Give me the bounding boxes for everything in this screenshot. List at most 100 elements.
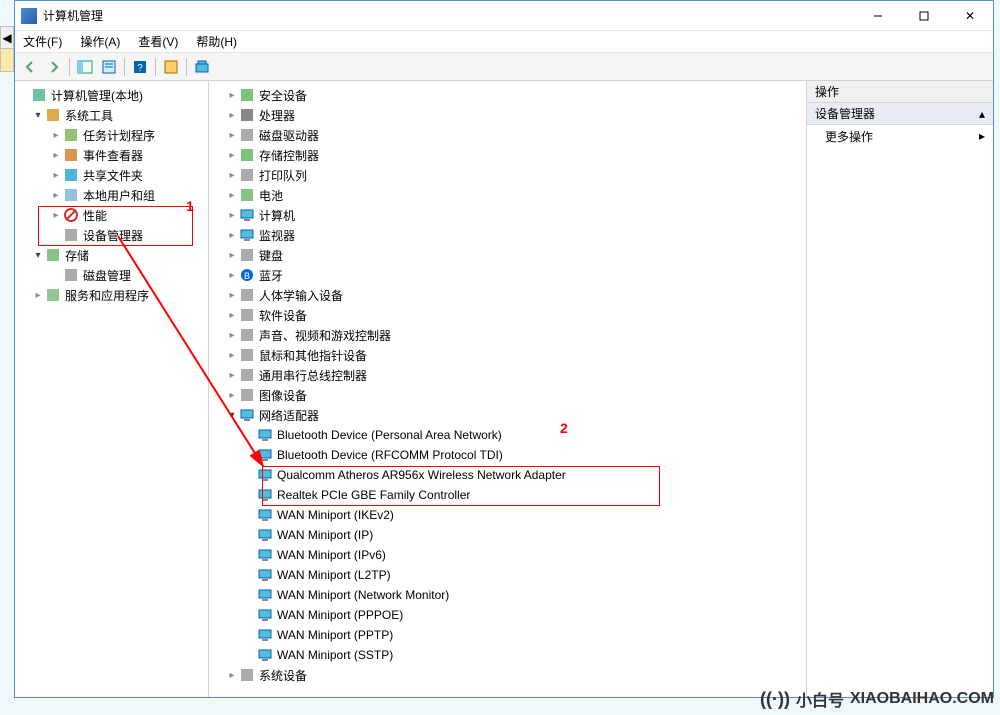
- device-tree-item[interactable]: 软件设备: [209, 305, 806, 325]
- device-tree-item[interactable]: 安全设备: [209, 85, 806, 105]
- device-tree-item[interactable]: 通用串行总线控制器: [209, 365, 806, 385]
- device-tree-item[interactable]: WAN Miniport (PPPOE): [209, 605, 806, 625]
- device-tree-item[interactable]: 人体学输入设备: [209, 285, 806, 305]
- device-tree-item[interactable]: 处理器: [209, 105, 806, 125]
- scan-hardware-button[interactable]: [191, 56, 213, 78]
- disk-icon: [239, 127, 255, 143]
- device-tree-item[interactable]: 键盘: [209, 245, 806, 265]
- expand-arrow-icon[interactable]: [225, 270, 239, 281]
- device-tree-item[interactable]: WAN Miniport (L2TP): [209, 565, 806, 585]
- device-tree-label: 图像设备: [259, 387, 307, 404]
- console-tree-item[interactable]: 服务和应用程序: [15, 285, 208, 305]
- console-tree-item[interactable]: 计算机管理(本地): [15, 85, 208, 105]
- expand-arrow-icon[interactable]: [31, 250, 45, 261]
- menu-help[interactable]: 帮助(H): [192, 31, 241, 52]
- device-tree-item[interactable]: 图像设备: [209, 385, 806, 405]
- device-tree-item[interactable]: WAN Miniport (PPTP): [209, 625, 806, 645]
- edge-fav-fragment: [0, 48, 14, 72]
- device-tree[interactable]: 安全设备处理器磁盘驱动器存储控制器打印队列电池计算机监视器键盘B蓝牙人体学输入设…: [209, 81, 807, 697]
- device-tree-label: 网络适配器: [259, 407, 319, 424]
- actions-section-label: 设备管理器: [815, 105, 875, 122]
- action-button[interactable]: [160, 56, 182, 78]
- expand-arrow-icon[interactable]: [225, 150, 239, 161]
- expand-arrow-icon[interactable]: [225, 90, 239, 101]
- device-tree-item[interactable]: 网络适配器: [209, 405, 806, 425]
- console-tree-item[interactable]: 任务计划程序: [15, 125, 208, 145]
- expand-arrow-icon[interactable]: [49, 190, 63, 201]
- expand-arrow-icon[interactable]: [49, 150, 63, 161]
- expand-arrow-icon[interactable]: [49, 210, 63, 221]
- close-icon: ✕: [965, 9, 975, 23]
- device-tree-item[interactable]: Bluetooth Device (RFCOMM Protocol TDI): [209, 445, 806, 465]
- device-tree-item[interactable]: B蓝牙: [209, 265, 806, 285]
- device-tree-item[interactable]: WAN Miniport (IPv6): [209, 545, 806, 565]
- console-tree-item[interactable]: 本地用户和组: [15, 185, 208, 205]
- expand-arrow-icon[interactable]: [225, 110, 239, 121]
- expand-arrow-icon[interactable]: [225, 310, 239, 321]
- net-icon: [257, 507, 273, 523]
- console-tree-item[interactable]: 存储: [15, 245, 208, 265]
- device-tree-label: 监视器: [259, 227, 295, 244]
- expand-arrow-icon[interactable]: [225, 370, 239, 381]
- nav-back-button[interactable]: [19, 56, 41, 78]
- console-tree[interactable]: 计算机管理(本地)系统工具任务计划程序事件查看器共享文件夹本地用户和组性能设备管…: [15, 81, 209, 697]
- expand-arrow-icon[interactable]: [225, 290, 239, 301]
- device-tree-label: 人体学输入设备: [259, 287, 343, 304]
- close-button[interactable]: ✕: [947, 1, 993, 31]
- watermark-domain: XIAOBAIHAO.COM: [850, 690, 994, 708]
- device-tree-item[interactable]: Qualcomm Atheros AR956x Wireless Network…: [209, 465, 806, 485]
- net-icon: [257, 447, 273, 463]
- device-tree-item[interactable]: WAN Miniport (Network Monitor): [209, 585, 806, 605]
- expand-arrow-icon[interactable]: [225, 250, 239, 261]
- console-tree-item[interactable]: 事件查看器: [15, 145, 208, 165]
- menu-view[interactable]: 查看(V): [134, 31, 182, 52]
- console-tree-item[interactable]: 共享文件夹: [15, 165, 208, 185]
- mouse-icon: [239, 347, 255, 363]
- menu-action[interactable]: 操作(A): [76, 31, 124, 52]
- console-tree-item[interactable]: 系统工具: [15, 105, 208, 125]
- device-tree-item[interactable]: 电池: [209, 185, 806, 205]
- minimize-button[interactable]: [855, 1, 901, 31]
- actions-section[interactable]: 设备管理器 ▴: [807, 103, 993, 125]
- device-tree-item[interactable]: 鼠标和其他指针设备: [209, 345, 806, 365]
- console-tree-item[interactable]: 磁盘管理: [15, 265, 208, 285]
- expand-arrow-icon[interactable]: [225, 670, 239, 681]
- properties-button[interactable]: [98, 56, 120, 78]
- expand-arrow-icon[interactable]: [225, 390, 239, 401]
- device-tree-item[interactable]: 存储控制器: [209, 145, 806, 165]
- device-tree-item[interactable]: 磁盘驱动器: [209, 125, 806, 145]
- expand-arrow-icon[interactable]: [225, 350, 239, 361]
- expand-arrow-icon[interactable]: [225, 170, 239, 181]
- expand-arrow-icon[interactable]: [225, 410, 239, 421]
- console-tree-label: 磁盘管理: [83, 267, 131, 284]
- expand-arrow-icon[interactable]: [225, 330, 239, 341]
- nav-forward-button[interactable]: [43, 56, 65, 78]
- net-icon: [257, 427, 273, 443]
- more-actions[interactable]: 更多操作 ▸: [807, 125, 993, 147]
- device-tree-item[interactable]: 声音、视频和游戏控制器: [209, 325, 806, 345]
- maximize-button[interactable]: [901, 1, 947, 31]
- expand-arrow-icon[interactable]: [31, 290, 45, 301]
- device-tree-item[interactable]: Realtek PCIe GBE Family Controller: [209, 485, 806, 505]
- expand-arrow-icon[interactable]: [225, 190, 239, 201]
- expand-arrow-icon[interactable]: [225, 210, 239, 221]
- device-tree-item[interactable]: 计算机: [209, 205, 806, 225]
- device-tree-item[interactable]: 系统设备: [209, 665, 806, 685]
- expand-arrow-icon[interactable]: [49, 170, 63, 181]
- device-tree-item[interactable]: Bluetooth Device (Personal Area Network): [209, 425, 806, 445]
- device-tree-item[interactable]: 监视器: [209, 225, 806, 245]
- expand-arrow-icon[interactable]: [225, 230, 239, 241]
- menu-file[interactable]: 文件(F): [19, 31, 66, 52]
- show-hide-tree-button[interactable]: [74, 56, 96, 78]
- device-tree-item[interactable]: WAN Miniport (IP): [209, 525, 806, 545]
- help-button[interactable]: ?: [129, 56, 151, 78]
- expand-arrow-icon[interactable]: [31, 110, 45, 121]
- expand-arrow-icon[interactable]: [49, 130, 63, 141]
- console-tree-item[interactable]: 性能: [15, 205, 208, 225]
- console-tree-item[interactable]: 设备管理器: [15, 225, 208, 245]
- imaging-icon: [239, 387, 255, 403]
- device-tree-item[interactable]: 打印队列: [209, 165, 806, 185]
- device-tree-item[interactable]: WAN Miniport (SSTP): [209, 645, 806, 665]
- expand-arrow-icon[interactable]: [225, 130, 239, 141]
- device-tree-item[interactable]: WAN Miniport (IKEv2): [209, 505, 806, 525]
